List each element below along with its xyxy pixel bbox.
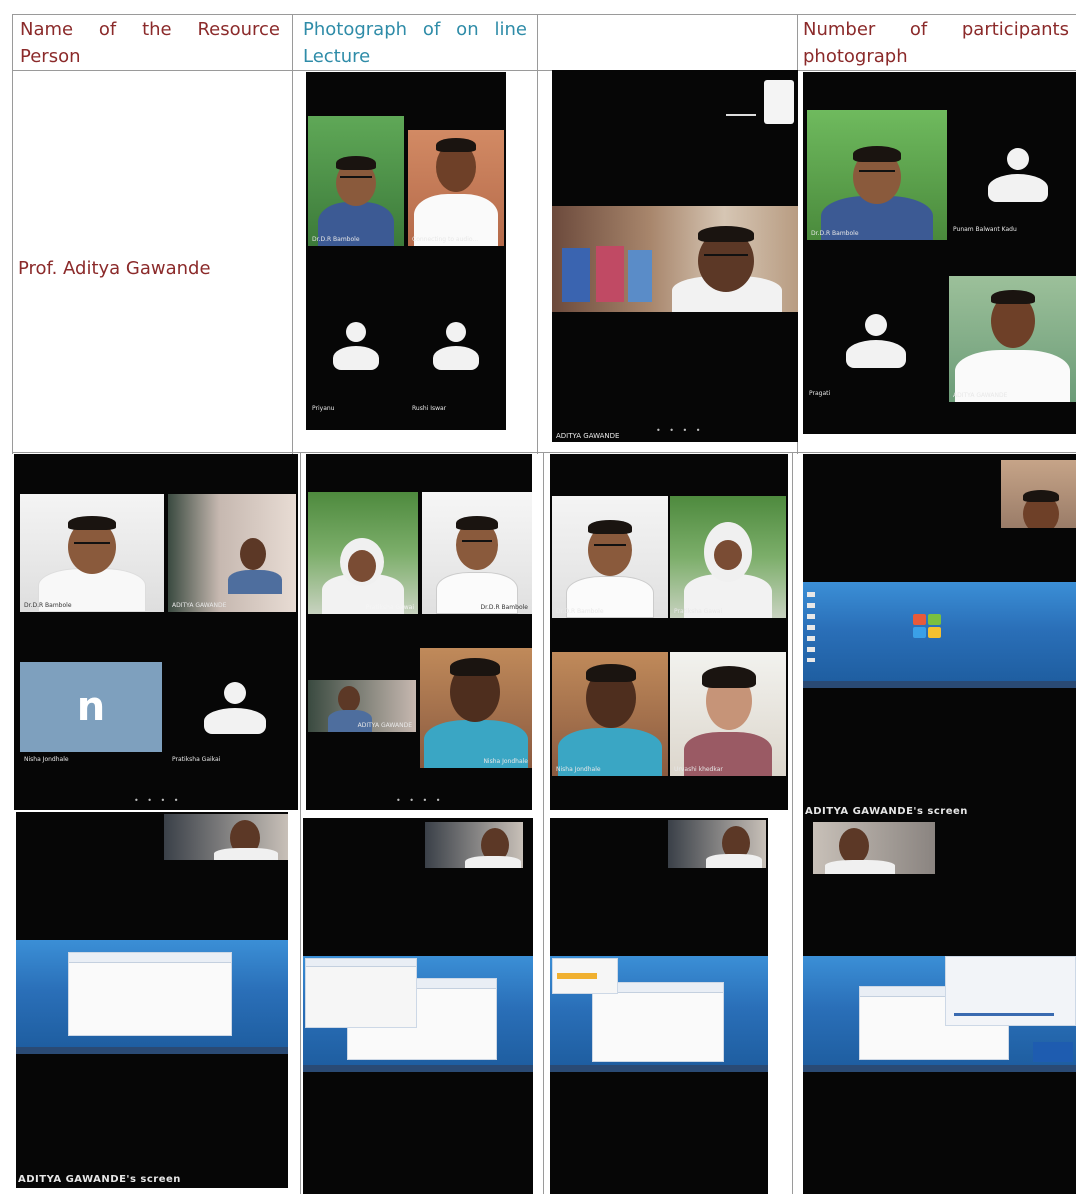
avatar-placeholder-icon [426, 322, 486, 378]
participant-name: Dr.D.R Bambole [312, 236, 360, 243]
header-resource-person: Name of the Resource Person [20, 19, 280, 67]
participant-name: Nisha Jondhale [556, 766, 601, 773]
presenter-video-thumbnail [668, 820, 766, 868]
participant-name: Connecting to audio... [412, 236, 479, 243]
lecture-screenshot-6: Dr.D.R Bambole Pratiksha Gawai Nisha Jon… [550, 454, 788, 810]
participant-tile: Nisha Jondhale [552, 652, 668, 776]
participant-name: Pratiksha Gawai [365, 604, 414, 611]
avatar-placeholder-icon [200, 682, 270, 742]
presenter-video-thumbnail [813, 822, 935, 874]
page-indicator: • • • • [656, 426, 704, 435]
participant-initial-tile: n [20, 662, 162, 752]
lecture-screenshot-screen-1: ADITYA GAWANDE's screen [16, 812, 288, 1188]
speaker-name: ADITYA GAWANDE [556, 432, 620, 440]
participant-tile: ADITYA GAWANDE [949, 276, 1076, 402]
participant-tile: Connecting to audio... [408, 130, 504, 246]
page-indicator: • • • • [134, 796, 182, 805]
lecture-screenshot-5: Pratiksha Gawai Dr.D.R Bambole ADITYA GA… [306, 454, 532, 810]
header-online-lecture: Photograph of on line Lecture [303, 19, 527, 67]
table-border-top [12, 14, 1076, 15]
lecture-screenshot-1: Dr.D.R Bambole Connecting to audio... Pr… [306, 72, 506, 430]
shared-desktop [803, 582, 1076, 688]
presenter-video-thumbnail [164, 814, 288, 860]
participant-name: Rushi Iswar [412, 405, 447, 412]
shared-desktop [550, 956, 768, 1072]
table-divider-4 [300, 452, 301, 1194]
screen-share-caption: ADITYA GAWANDE's screen [805, 806, 968, 817]
participant-name: Dr.D.R Bambole [556, 608, 604, 615]
participant-name: Nisha Jondhale [24, 756, 69, 763]
participant-name: Dr.D.R Bambole [24, 602, 72, 609]
shared-desktop [16, 940, 288, 1054]
shared-desktop [303, 956, 533, 1072]
participant-tile: Pratiksha Gawai [670, 496, 786, 618]
participant-name: Dr.D.R Bambole [480, 604, 528, 611]
participant-name: ADITYA GAWANDE [172, 602, 227, 609]
lecture-screenshot-2: • • • • ADITYA GAWANDE [552, 70, 798, 442]
participants-screenshot-1: Dr.D.R Bambole Punam Balwant Kadu Pragat… [803, 72, 1076, 434]
participant-tile: Dr.D.R Bambole [308, 116, 404, 246]
participant-name: Priyanu [312, 405, 335, 412]
participant-tile: Dr.D.R Bambole [20, 494, 164, 612]
windows-logo-icon [913, 614, 945, 642]
lecture-screenshot-screen-2 [303, 818, 533, 1194]
participant-name: Pragati [809, 390, 831, 397]
resource-person-name: Prof. Aditya Gawande [18, 258, 211, 279]
header-participants: Number of participants photograph [803, 19, 1069, 67]
table-divider-1 [292, 14, 293, 454]
lecture-screenshot-screen-3 [550, 818, 768, 1194]
participant-tile: Urvashi khedkar [670, 652, 786, 776]
shared-desktop [803, 956, 1076, 1072]
participant-name: ADITYA GAWANDE [953, 392, 1008, 399]
table-divider-6 [792, 452, 793, 1194]
table-row-divider [12, 452, 1076, 453]
lecture-screenshot-4: Dr.D.R Bambole ADITYA GAWANDE n Nisha Jo… [14, 454, 298, 810]
presenter-video-thumbnail [1001, 460, 1076, 528]
participants-screenshot-screen-4 [803, 820, 1076, 1194]
screen-share-caption: ADITYA GAWANDE's screen [18, 1174, 181, 1185]
page-indicator: • • • • [396, 796, 444, 805]
participant-tile: ADITYA GAWANDE [308, 680, 416, 732]
participant-tile: Nisha Jondhale [420, 648, 532, 768]
participant-name: Urvashi khedkar [674, 766, 723, 773]
dialog-window [552, 958, 618, 994]
participant-name: Dr.D.R Bambole [811, 230, 859, 237]
participant-tile: Dr.D.R Bambole [422, 492, 532, 614]
table-border-left [12, 14, 13, 454]
shared-document [592, 982, 724, 1062]
table-header-bottom [12, 70, 1076, 71]
participant-name: Nisha Jondhale [483, 758, 528, 765]
avatar-placeholder-icon [983, 148, 1053, 208]
presenter-video-thumbnail [425, 822, 523, 868]
participant-tile: Pratiksha Gawai [308, 492, 418, 614]
shared-document [68, 952, 232, 1036]
table-divider-2 [537, 14, 538, 454]
dialog-window [305, 958, 417, 1028]
table-divider-5 [543, 452, 544, 1194]
participant-tile: Dr.D.R Bambole [552, 496, 668, 618]
dialog-window [945, 956, 1076, 1026]
participants-screenshot-screen-share: ADITYA GAWANDE's screen [803, 454, 1076, 820]
participant-tile: ADITYA GAWANDE [168, 494, 296, 612]
avatar-placeholder-icon [326, 322, 386, 378]
avatar-placeholder-icon [841, 314, 911, 374]
participant-name: ADITYA GAWANDE [357, 722, 412, 729]
participant-tile: Dr.D.R Bambole [807, 110, 947, 240]
participant-name: Pratiksha Gawai [674, 608, 723, 615]
